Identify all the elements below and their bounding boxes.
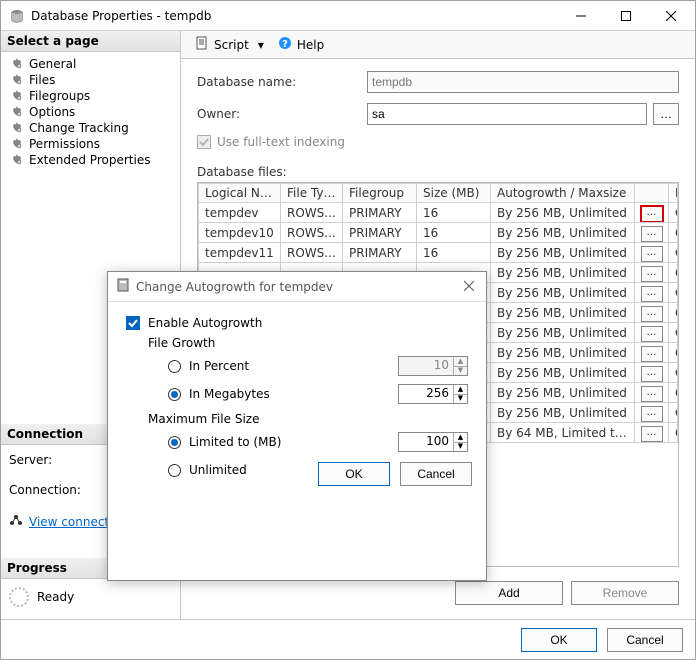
column-header[interactable]: Size (MB) — [417, 184, 491, 203]
sidebar-item-filegroups[interactable]: Filegroups — [5, 88, 176, 104]
autogrowth-edit-button[interactable]: … — [641, 386, 663, 402]
dialog-icon — [116, 278, 130, 295]
sidebar-item-files[interactable]: Files — [5, 72, 176, 88]
dialog-title: Change Autogrowth for tempdev — [136, 280, 460, 294]
autogrowth-edit-button[interactable]: … — [641, 406, 663, 422]
connection-icon — [9, 513, 23, 530]
dialog-close-icon[interactable] — [460, 276, 478, 298]
checkbox-checked-icon — [126, 316, 140, 330]
autogrowth-edit-button[interactable]: … — [641, 326, 663, 342]
autogrowth-edit-button[interactable]: … — [641, 246, 663, 262]
sidebar-item-extended-properties[interactable]: Extended Properties — [5, 152, 176, 168]
sidebar-item-options[interactable]: Options — [5, 104, 176, 120]
autogrowth-edit-button[interactable]: … — [641, 286, 663, 302]
owner-browse-button[interactable]: … — [653, 103, 679, 125]
limited-stepper[interactable]: 100 ▲▼ — [398, 432, 468, 452]
autogrowth-edit-button[interactable]: … — [641, 306, 663, 322]
table-row[interactable]: tempdevROWS...PRIMARY16By 256 MB, Unlimi… — [199, 203, 678, 223]
sidebar-item-change-tracking[interactable]: Change Tracking — [5, 120, 176, 136]
table-row[interactable]: tempdev11ROWS...PRIMARY16By 256 MB, Unli… — [199, 243, 678, 263]
dialog-cancel-button[interactable]: Cancel — [400, 462, 472, 486]
autogrowth-edit-button[interactable]: … — [641, 206, 663, 222]
remove-button[interactable]: Remove — [571, 581, 679, 605]
autogrowth-edit-button[interactable]: … — [641, 266, 663, 282]
progress-spinner-icon — [9, 587, 29, 607]
file-growth-group: File Growth — [148, 336, 468, 350]
owner-label: Owner: — [197, 107, 367, 121]
toolbar: Script ▾ ? Help — [181, 31, 695, 59]
db-name-label: Database name: — [197, 75, 367, 89]
db-name-input — [367, 71, 679, 93]
dialog-ok-button[interactable]: OK — [318, 462, 390, 486]
svg-text:?: ? — [282, 39, 288, 50]
sidebar-item-permissions[interactable]: Permissions — [5, 136, 176, 152]
autogrowth-edit-button[interactable]: … — [641, 426, 663, 442]
database-icon — [9, 8, 25, 24]
enable-autogrowth-checkbox[interactable]: Enable Autogrowth — [126, 316, 468, 330]
column-header[interactable]: Filegroup — [343, 184, 417, 203]
owner-input[interactable] — [367, 103, 647, 125]
percent-stepper: 10 ▲▼ — [398, 356, 468, 376]
column-header[interactable]: Autogrowth / Maxsize — [491, 184, 635, 203]
sidebar-item-general[interactable]: General — [5, 56, 176, 72]
add-button[interactable]: Add — [455, 581, 563, 605]
page-list: GeneralFilesFilegroupsOptionsChange Trac… — [1, 52, 180, 178]
window-footer: OK Cancel — [1, 619, 695, 659]
column-header[interactable]: Logical Name — [199, 184, 281, 203]
fulltext-checkbox: Use full-text indexing — [197, 135, 679, 149]
maximize-button[interactable] — [603, 2, 648, 30]
help-icon: ? — [278, 36, 292, 53]
database-files-label: Database files: — [197, 165, 679, 179]
table-row[interactable]: tempdev10ROWS...PRIMARY16By 256 MB, Unli… — [199, 223, 678, 243]
script-icon — [195, 36, 209, 53]
close-button[interactable] — [648, 2, 693, 30]
megabytes-stepper[interactable]: 256 ▲▼ — [398, 384, 468, 404]
autogrowth-edit-button[interactable]: … — [641, 366, 663, 382]
in-megabytes-radio[interactable]: In Megabytes 256 ▲▼ — [168, 384, 468, 404]
autogrowth-dialog: Change Autogrowth for tempdev Enable Aut… — [107, 271, 487, 581]
autogrowth-edit-button[interactable]: … — [641, 346, 663, 362]
column-header[interactable]: Path — [669, 184, 678, 203]
window-title: Database Properties - tempdb — [31, 9, 558, 23]
database-properties-window: Database Properties - tempdb Select a pa… — [0, 0, 696, 660]
dropdown-icon: ▾ — [258, 38, 264, 52]
column-header[interactable] — [635, 184, 669, 203]
cancel-button[interactable]: Cancel — [607, 628, 683, 652]
in-percent-radio[interactable]: In Percent 10 ▲▼ — [168, 356, 468, 376]
limited-radio[interactable]: Limited to (MB) 100 ▲▼ — [168, 432, 468, 452]
ok-button[interactable]: OK — [521, 628, 597, 652]
progress-status: Ready — [37, 590, 74, 604]
column-header[interactable]: File Type — [281, 184, 343, 203]
max-size-group: Maximum File Size — [148, 412, 468, 426]
script-button[interactable]: Script ▾ — [191, 34, 268, 55]
autogrowth-edit-button[interactable]: … — [641, 226, 663, 242]
help-button[interactable]: ? Help — [274, 34, 328, 55]
select-page-header: Select a page — [1, 31, 180, 52]
titlebar[interactable]: Database Properties - tempdb — [1, 1, 695, 31]
minimize-button[interactable] — [558, 2, 603, 30]
